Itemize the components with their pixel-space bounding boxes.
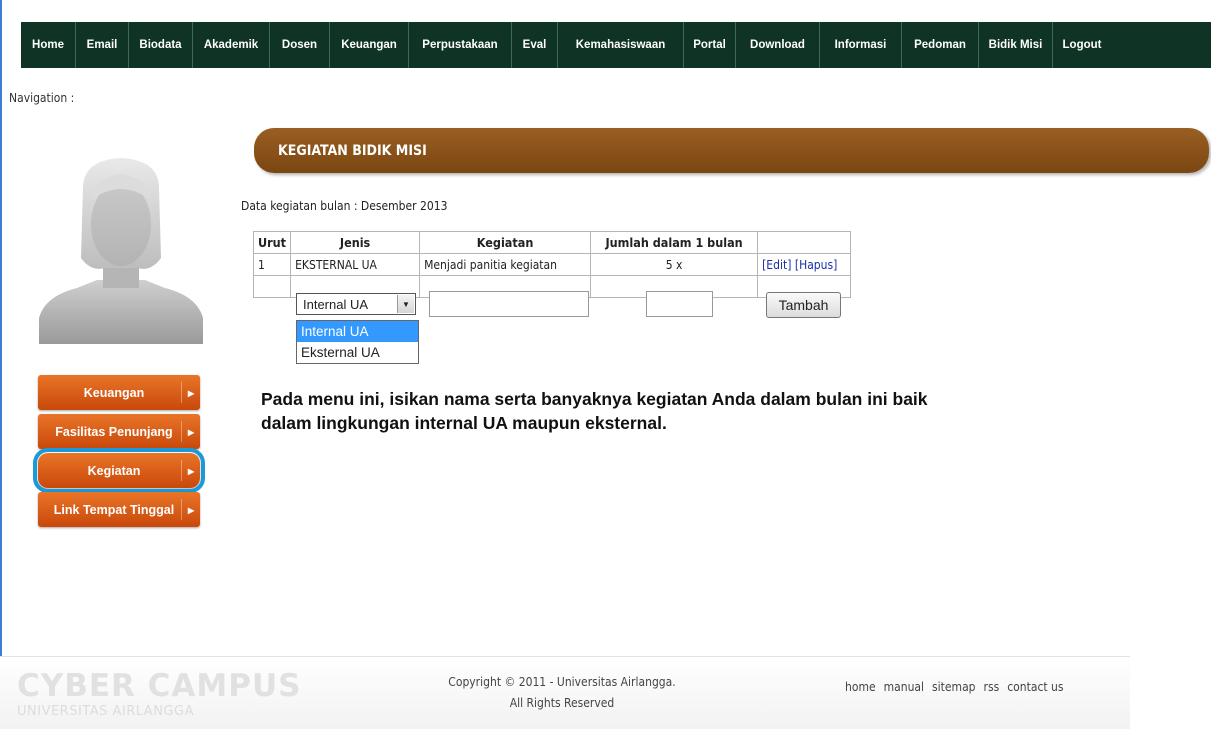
nav-keuangan[interactable]: Keuangan — [330, 22, 409, 68]
button-divider — [181, 421, 182, 442]
sidebar-item-link-tempat-tinggal[interactable]: Link Tempat Tinggal ▸ — [38, 492, 200, 527]
button-divider — [181, 460, 182, 481]
activity-table: Urut Jenis Kegiatan Jumlah dalam 1 bulan… — [252, 231, 852, 298]
top-navigation: Home Email Biodata Akademik Dosen Keuang… — [21, 22, 1211, 68]
hapus-link[interactable]: [Hapus] — [795, 258, 838, 272]
nav-logout[interactable]: Logout — [1053, 22, 1111, 68]
footer-link-sitemap[interactable]: sitemap — [932, 680, 976, 694]
jumlah-input[interactable] — [646, 291, 713, 317]
column-header-jenis: Jenis — [290, 231, 421, 254]
cell-urut: 1 — [252, 253, 292, 276]
arrow-right-icon: ▸ — [187, 463, 194, 478]
logo-subtitle: UNIVERSITAS AIRLANGGA — [17, 704, 194, 719]
cell-empty — [252, 275, 292, 298]
button-divider — [181, 382, 182, 403]
nav-home[interactable]: Home — [21, 22, 76, 68]
jenis-select[interactable]: Internal UA ▼ — [296, 293, 416, 315]
nav-perpustakaan[interactable]: Perpustakaan — [409, 22, 512, 68]
column-header-jumlah: Jumlah dalam 1 bulan — [590, 231, 759, 254]
footer-divider — [0, 656, 1130, 657]
table-header-row: Urut Jenis Kegiatan Jumlah dalam 1 bulan — [252, 231, 852, 254]
copyright-line-1: Copyright © 2011 - Universitas Airlangga… — [448, 675, 676, 689]
edit-link[interactable]: [Edit] — [762, 258, 791, 272]
nav-bidik-misi[interactable]: Bidik Misi — [979, 22, 1053, 68]
nav-biodata[interactable]: Biodata — [129, 22, 193, 68]
nav-dosen[interactable]: Dosen — [270, 22, 330, 68]
footer-link-manual[interactable]: manual — [884, 680, 924, 694]
nav-pedoman[interactable]: Pedoman — [902, 22, 979, 68]
copyright-line-2: All Rights Reserved — [509, 696, 615, 710]
section-title: KEGIATAN BIDIK MISI — [254, 128, 1209, 173]
nav-kemahasiswaan[interactable]: Kemahasiswaan — [558, 22, 684, 68]
arrow-right-icon: ▸ — [187, 502, 194, 517]
button-divider — [181, 499, 182, 520]
arrow-right-icon: ▸ — [187, 385, 194, 400]
table-row: 1 EKSTERNAL UA Menjadi panitia kegiatan … — [252, 253, 852, 276]
cell-jenis: EKSTERNAL UA — [290, 253, 421, 276]
jenis-select-value: Internal UA — [303, 296, 369, 312]
navigation-label: Navigation : — [9, 91, 75, 105]
footer-link-rss[interactable]: rss — [984, 680, 1000, 694]
cyber-campus-logo: CYBER CAMPUS — [17, 668, 302, 704]
tambah-button[interactable]: Tambah — [766, 292, 841, 318]
option-internal-ua[interactable]: Internal UA — [297, 321, 418, 342]
footer-links: home manual sitemap rss contact us — [845, 680, 1064, 694]
nav-email[interactable]: Email — [76, 22, 129, 68]
kegiatan-input[interactable] — [429, 291, 589, 317]
footer-link-contact-us[interactable]: contact us — [1007, 680, 1063, 694]
data-info-text: Data kegiatan bulan : Desember 2013 — [241, 199, 448, 213]
jenis-dropdown-list: Internal UA Eksternal UA — [296, 320, 419, 364]
sidebar-item-keuangan[interactable]: Keuangan ▸ — [38, 375, 200, 410]
sidebar-item-label: Fasilitas Penunjang — [55, 424, 173, 439]
arrow-right-icon: ▸ — [187, 424, 194, 439]
user-silhouette-icon — [39, 148, 203, 344]
column-header-actions — [757, 231, 852, 254]
side-menu: Keuangan ▸ Fasilitas Penunjang ▸ Kegiata… — [33, 375, 205, 531]
column-header-kegiatan: Kegiatan — [419, 231, 592, 254]
cell-kegiatan: Menjadi panitia kegiatan — [419, 253, 592, 276]
cell-jumlah: 5 x — [590, 253, 759, 276]
instruction-text: Pada menu ini, isikan nama serta banyakn… — [261, 389, 928, 433]
sidebar-item-fasilitas-penunjang[interactable]: Fasilitas Penunjang ▸ — [38, 414, 200, 449]
sidebar-item-label: Keuangan — [83, 385, 145, 400]
nav-portal[interactable]: Portal — [684, 22, 736, 68]
page-left-border — [0, 0, 2, 729]
footer-link-home[interactable]: home — [845, 680, 876, 694]
sidebar-item-label: Kegiatan — [87, 463, 141, 478]
copyright-text: Copyright © 2011 - Universitas Airlangga… — [412, 672, 712, 714]
option-eksternal-ua[interactable]: Eksternal UA — [297, 342, 418, 363]
nav-download[interactable]: Download — [736, 22, 820, 68]
sidebar-item-kegiatan[interactable]: Kegiatan ▸ — [33, 448, 205, 493]
cell-actions: [Edit] [Hapus] — [757, 253, 852, 276]
nav-akademik[interactable]: Akademik — [193, 22, 270, 68]
sidebar-item-label: Link Tempat Tinggal — [53, 502, 175, 517]
chevron-down-icon[interactable]: ▼ — [397, 295, 414, 313]
nav-eval[interactable]: Eval — [512, 22, 558, 68]
nav-informasi[interactable]: Informasi — [820, 22, 902, 68]
column-header-urut: Urut — [252, 231, 292, 254]
